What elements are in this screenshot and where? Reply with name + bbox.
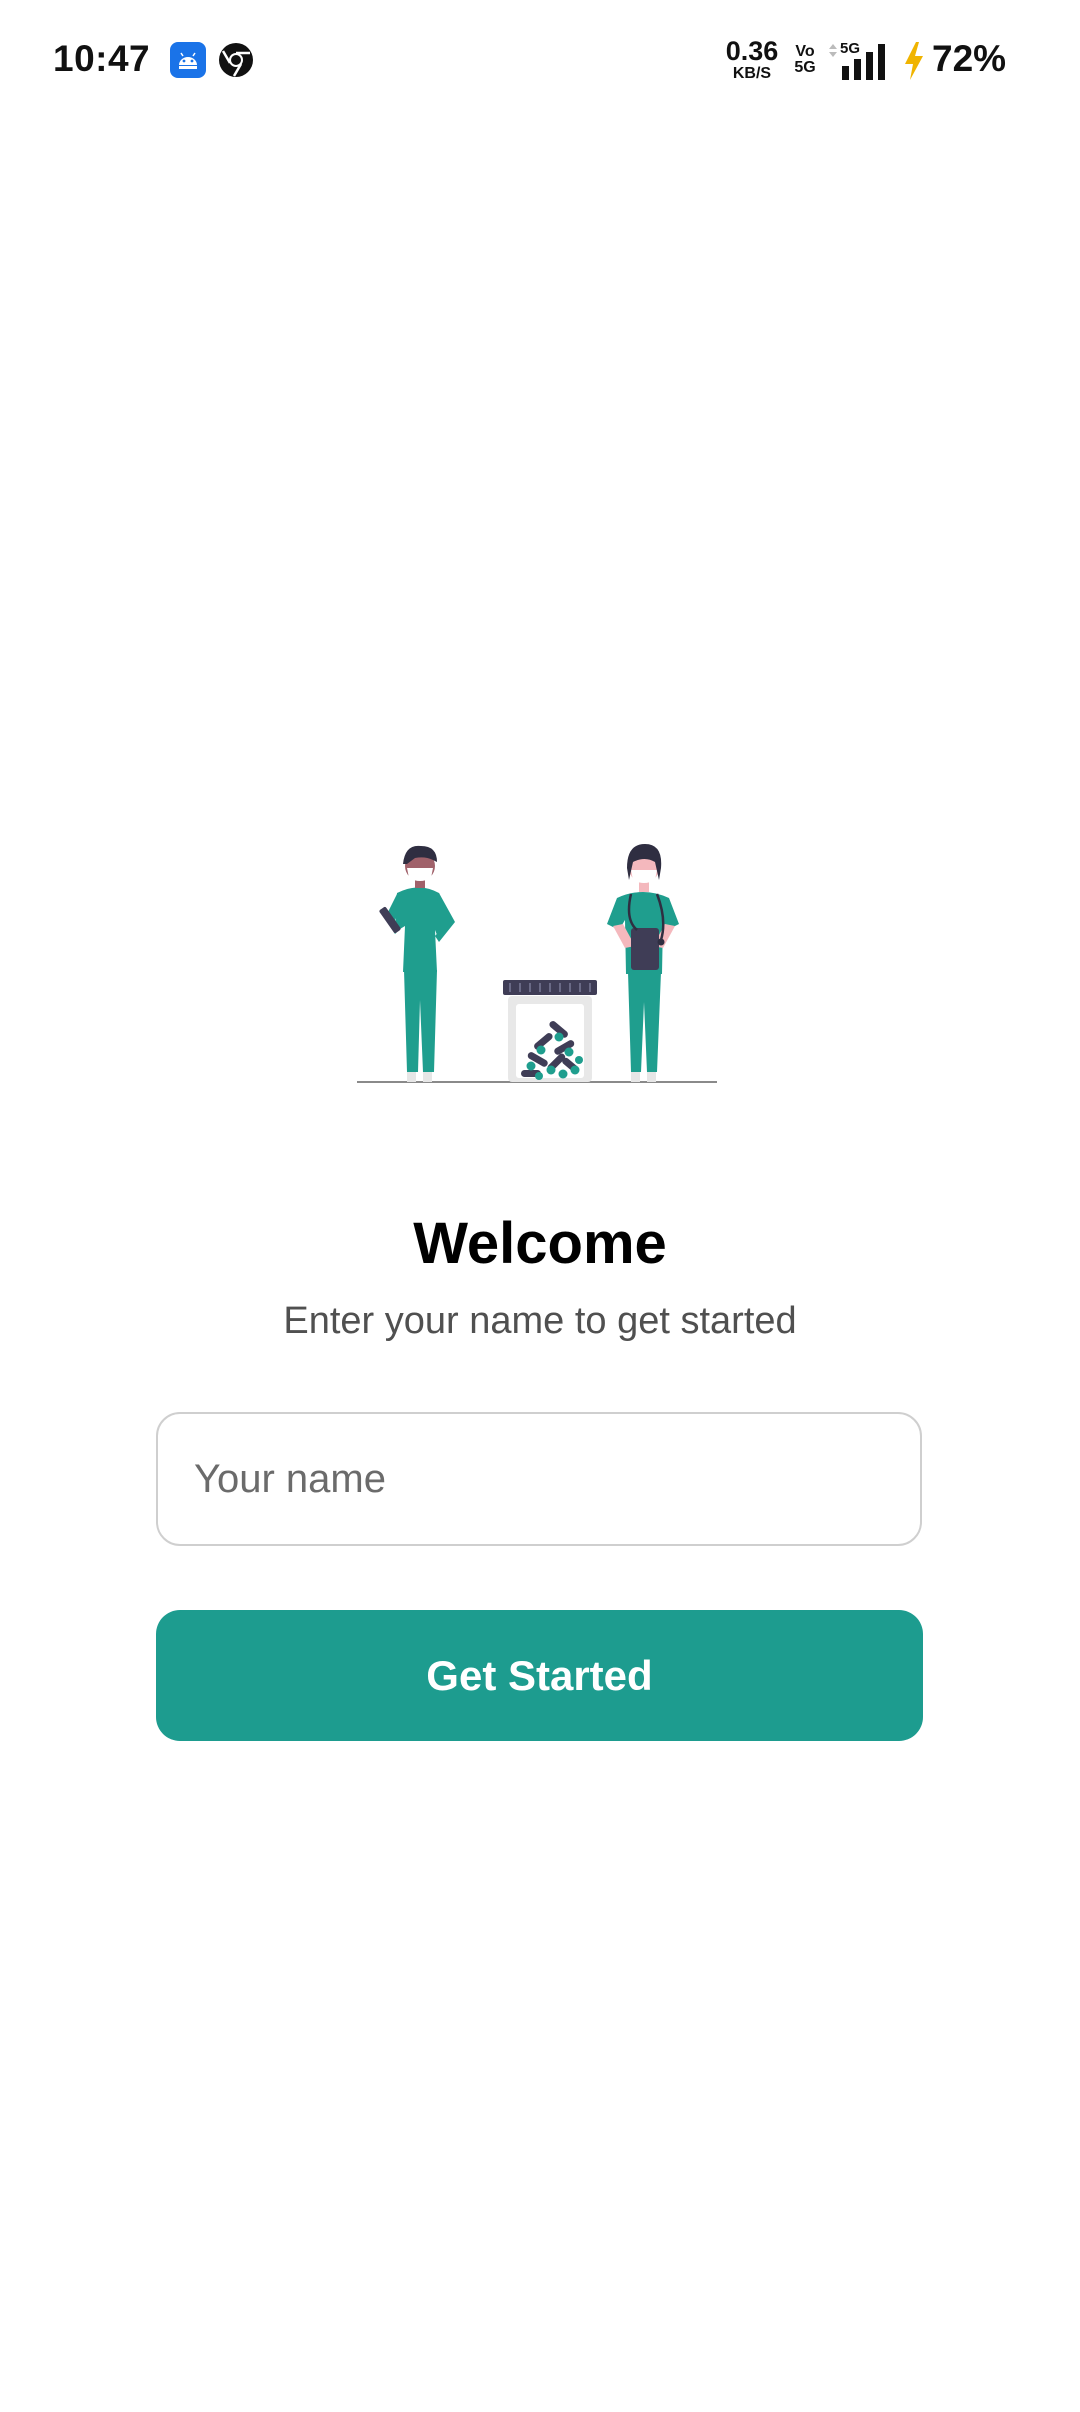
volte-bottom: 5G bbox=[794, 59, 816, 76]
chrome-icon bbox=[218, 42, 254, 78]
name-input[interactable] bbox=[156, 1412, 922, 1546]
charging-bolt-icon bbox=[902, 40, 926, 82]
pill-jar bbox=[503, 980, 597, 1082]
network-speed: 0.36 KB/S bbox=[722, 38, 782, 82]
volte-top: Vo bbox=[795, 43, 815, 60]
left-doctor-figure bbox=[379, 845, 455, 1082]
volte-indicator: Vo 5G bbox=[793, 44, 817, 76]
get-started-button[interactable]: Get Started bbox=[156, 1610, 923, 1741]
medical-staff-illustration bbox=[355, 830, 725, 1095]
status-bar: 10:47 0.36 KB/S Vo 5G 5G 72% bbox=[0, 0, 1080, 124]
welcome-title: Welcome bbox=[413, 1211, 667, 1276]
android-notification-icon bbox=[170, 42, 206, 78]
status-time: 10:47 bbox=[53, 38, 151, 79]
network-speed-unit: KB/S bbox=[732, 65, 772, 82]
network-type-label: 5G bbox=[840, 40, 860, 57]
signal-icon: 5G bbox=[826, 40, 896, 82]
battery-level: 72% bbox=[932, 38, 1007, 79]
welcome-subtitle: Enter your name to get started bbox=[283, 1300, 797, 1342]
right-doctor-figure bbox=[607, 844, 679, 1082]
network-speed-value: 0.36 bbox=[725, 36, 779, 66]
